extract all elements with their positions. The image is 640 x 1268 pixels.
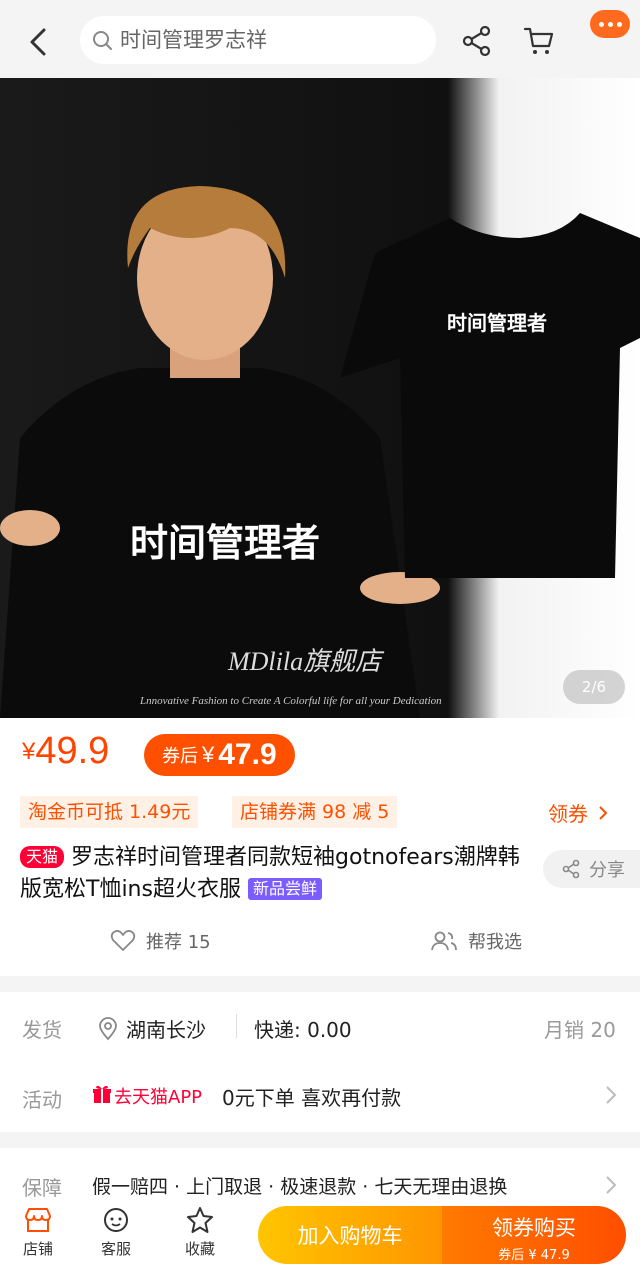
shirt-print-back: 时间管理者	[447, 311, 547, 335]
guarantee-text: 假一赔四 · 上门取退 · 极速退款 · 七天无理由退换	[92, 1176, 508, 1198]
store-icon	[25, 1208, 51, 1232]
back-arrow-icon[interactable]	[24, 22, 54, 62]
help-choose-label: 帮我选	[468, 932, 522, 953]
shipping-label: 发货	[22, 1018, 62, 1042]
guarantee-label: 保障	[22, 1176, 62, 1200]
customer-service-icon	[104, 1208, 128, 1232]
favorite-tab-label: 收藏	[184, 1240, 215, 1258]
cart-icon[interactable]	[522, 24, 556, 58]
search-bar[interactable]: 时间管理罗志祥	[80, 16, 436, 64]
tmall-app-tag[interactable]: 去天猫APP	[114, 1083, 202, 1109]
express-fee: 快递: 0.00	[254, 1018, 352, 1042]
monthly-sales: 月销 20	[544, 1018, 616, 1042]
recommend-button[interactable]: 推荐 15	[110, 928, 211, 954]
share-icon	[562, 859, 580, 879]
price: ¥49.9	[22, 730, 109, 773]
coupon-label: 券后	[162, 746, 198, 766]
chevron-right-icon[interactable]	[604, 1084, 618, 1106]
store-tab[interactable]: 店铺	[8, 1206, 68, 1259]
share-label: 分享	[589, 860, 625, 881]
buy-button-label: 领券购买	[492, 1216, 576, 1240]
coins-promo[interactable]: 淘金币可抵 1.49元	[20, 796, 199, 828]
shipping-activity-section	[0, 992, 640, 1132]
tmall-badge: 天猫	[20, 846, 65, 868]
search-text: 时间管理罗志祥	[120, 28, 267, 52]
image-counter: 2/6	[563, 670, 625, 704]
divider	[236, 1014, 237, 1038]
favorite-tab[interactable]: 收藏	[170, 1206, 230, 1259]
gift-icon	[93, 1085, 111, 1103]
price-value: 49.9	[35, 730, 110, 772]
heart-icon	[110, 930, 136, 951]
activity-label: 活动	[22, 1088, 62, 1112]
recommend-label: 推荐 15	[146, 932, 211, 953]
claim-coupon-link[interactable]: 领券	[548, 798, 608, 827]
more-menu-icon[interactable]	[590, 10, 630, 38]
buy-with-coupon-button[interactable]: 领券购买 券后 ¥ 47.9	[442, 1206, 626, 1264]
new-product-badge: 新品尝鲜	[247, 878, 322, 900]
location-text: 湖南长沙	[126, 1018, 206, 1042]
service-tab-label: 客服	[100, 1240, 131, 1258]
coupon-value: 47.9	[218, 738, 277, 771]
coupon-price-badge: 券后 ¥ 47.9	[144, 734, 295, 776]
search-icon	[93, 31, 112, 50]
store-tab-label: 店铺	[22, 1240, 53, 1258]
service-tab[interactable]: 客服	[86, 1206, 146, 1259]
buy-button-subprice: 券后 ¥ 47.9	[498, 1248, 570, 1263]
brand-tagline: Lnnovative Fashion to Create A Colorful …	[139, 695, 442, 707]
product-title: 天猫 罗志祥时间管理者同款短袖gotnofears潮牌韩版宽松T恤ins超火衣服…	[20, 842, 540, 906]
claim-label: 领券	[548, 802, 588, 826]
share-button[interactable]: 分享	[543, 850, 640, 888]
share-icon[interactable]	[460, 24, 494, 58]
brand-watermark: MDlila旗舰店	[227, 647, 385, 676]
chevron-right-icon[interactable]	[604, 1174, 618, 1196]
shirt-print-front: 时间管理者	[130, 520, 320, 565]
people-icon	[431, 931, 457, 951]
coupon-symbol: ¥	[202, 742, 215, 767]
product-image[interactable]: 时间管理者 时间管理者 MDlila旗舰店 Lnnovative Fashion…	[0, 78, 640, 718]
help-choose-button[interactable]: 帮我选	[430, 928, 522, 954]
store-coupon-promo[interactable]: 店铺券满 98 减 5	[232, 796, 398, 828]
price-symbol: ¥	[22, 738, 36, 765]
location-pin-icon	[99, 1016, 117, 1040]
star-icon	[187, 1207, 213, 1233]
shipping-location: 湖南长沙	[98, 1014, 206, 1043]
chevron-right-icon	[599, 805, 608, 820]
activity-text[interactable]: 0元下单 喜欢再付款	[222, 1082, 401, 1111]
add-to-cart-button[interactable]: 加入购物车	[258, 1206, 442, 1264]
